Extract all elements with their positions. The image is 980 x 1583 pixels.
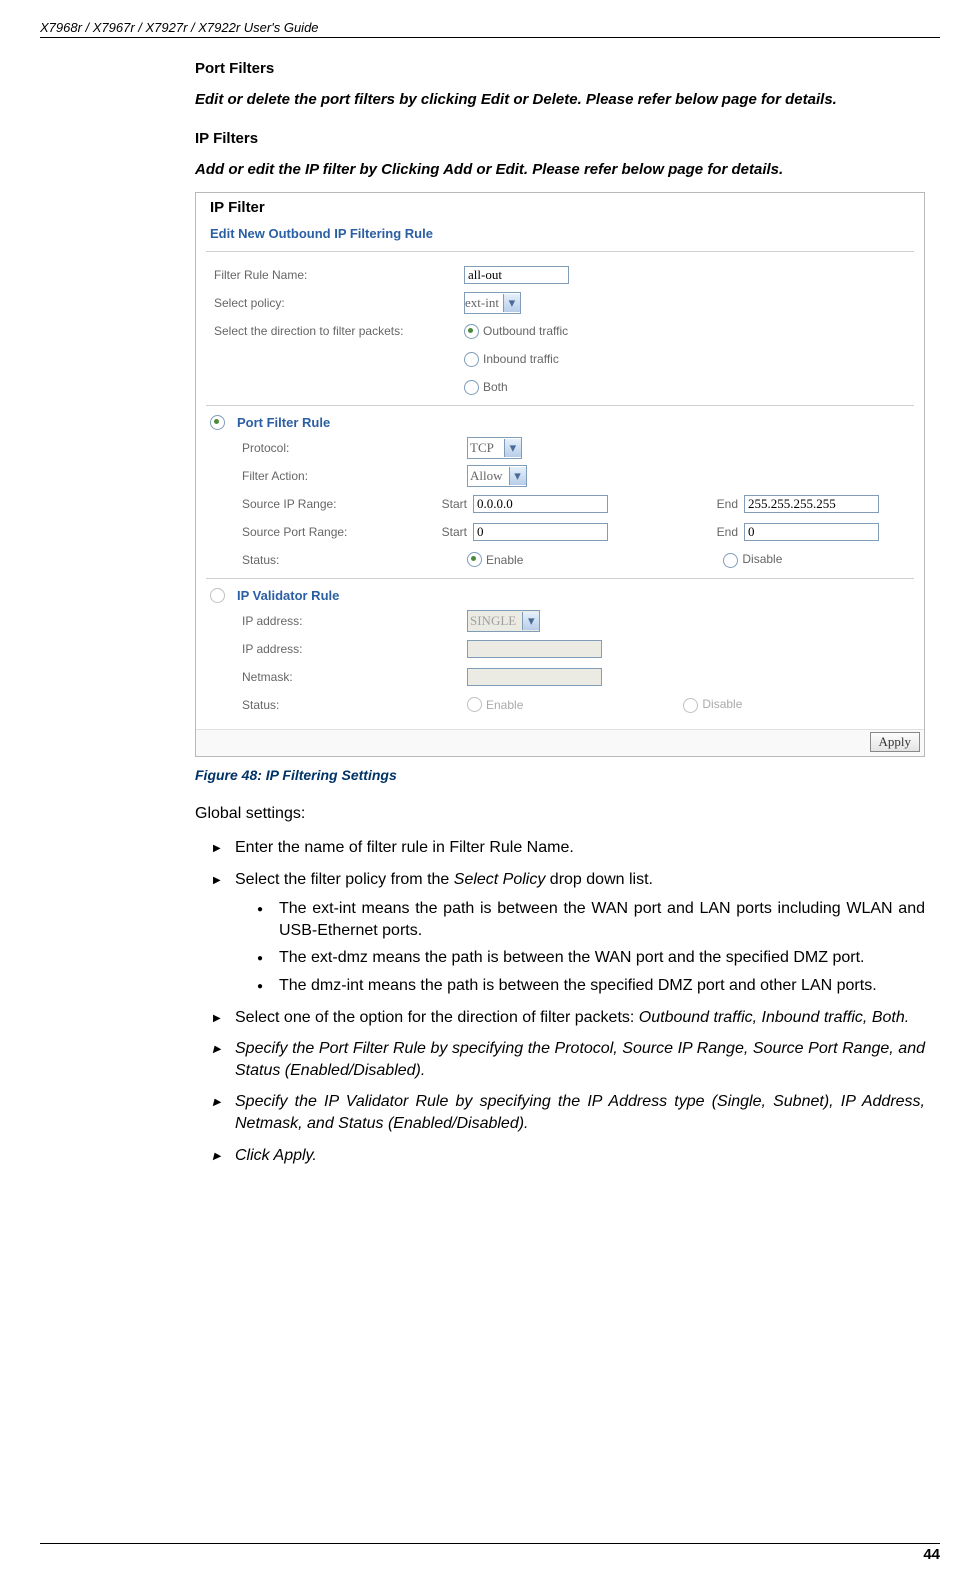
page-number: 44 — [40, 1543, 940, 1563]
start-label: Start — [412, 525, 473, 539]
list-item: The ext-int means the path is between th… — [257, 898, 925, 941]
list-item: The dmz-int means the path is between th… — [257, 975, 925, 997]
divider — [206, 405, 914, 407]
ip-filter-panel: IP Filter Edit New Outbound IP Filtering… — [195, 192, 925, 757]
port-filters-note: Edit or delete the port filters by click… — [195, 91, 925, 108]
protocol-value: TCP — [468, 440, 500, 456]
list-item: Specify the Port Filter Rule by specifyi… — [213, 1038, 925, 1081]
text: Select the filter policy from the — [235, 871, 454, 888]
divider — [206, 251, 914, 253]
direction-outbound-label: Outbound traffic — [483, 324, 568, 338]
ip-filters-note: Add or edit the IP filter by Clicking Ad… — [195, 161, 925, 178]
sub-list: The ext-int means the path is between th… — [235, 898, 925, 996]
text-italic: Outbound traffic, Inbound traffic, Both. — [639, 1009, 909, 1026]
source-port-end-input[interactable]: 0 — [744, 523, 879, 541]
global-settings-heading: Global settings: — [195, 805, 925, 823]
panel-subtitle: Edit New Outbound IP Filtering Rule — [210, 226, 914, 241]
list-item: Select one of the option for the directi… — [213, 1007, 925, 1029]
select-policy-dropdown[interactable]: ext-int — [464, 292, 521, 314]
port-status-enable-label: Enable — [486, 553, 523, 567]
ip-type-dropdown[interactable]: SINGLE — [467, 610, 540, 632]
filter-rule-name-input[interactable]: all-out — [464, 266, 569, 284]
filter-action-dropdown[interactable]: Allow — [467, 465, 527, 487]
ip-validator-rule-heading: IP Validator Rule — [237, 588, 339, 603]
filter-action-value: Allow — [468, 468, 505, 484]
list-item: The ext-dmz means the path is between th… — [257, 947, 925, 969]
port-status-label: Status: — [206, 553, 467, 567]
filter-action-label: Filter Action: — [206, 469, 467, 483]
ip-validator-rule-radio[interactable] — [210, 588, 225, 603]
global-settings-list: Enter the name of filter rule in Filter … — [195, 837, 925, 1166]
direction-both-radio[interactable] — [464, 380, 479, 395]
direction-inbound-radio[interactable] — [464, 352, 479, 367]
validator-status-label: Status: — [206, 698, 467, 712]
end-label: End — [698, 525, 744, 539]
source-ip-range-label: Source IP Range: — [206, 497, 412, 511]
netmask-label: Netmask: — [206, 670, 467, 684]
direction-both-label: Both — [483, 380, 508, 394]
start-label: Start — [412, 497, 473, 511]
source-port-start-input[interactable]: 0 — [473, 523, 608, 541]
source-ip-end-input[interactable]: 255.255.255.255 — [744, 495, 879, 513]
text: drop down list. — [545, 871, 653, 888]
validator-status-enable-radio[interactable] — [467, 697, 482, 712]
validator-status-disable-radio[interactable] — [683, 698, 698, 713]
text: Select one of the option for the directi… — [235, 1009, 639, 1026]
figure-caption: Figure 48: IP Filtering Settings — [195, 767, 925, 783]
ip-filters-heading: IP Filters — [195, 130, 925, 147]
ip-type-value: SINGLE — [468, 613, 518, 629]
netmask-input[interactable] — [467, 668, 602, 686]
direction-outbound-radio[interactable] — [464, 324, 479, 339]
list-item: Click Apply. — [213, 1145, 925, 1167]
list-item: Specify the IP Validator Rule by specify… — [213, 1091, 925, 1134]
doc-header: X7968r / X7967r / X7927r / X7922r User's… — [40, 20, 940, 38]
source-port-range-label: Source Port Range: — [206, 525, 412, 539]
text-italic: Select Policy — [454, 871, 546, 888]
divider — [206, 578, 914, 580]
select-policy-label: Select policy: — [206, 296, 464, 310]
port-status-disable-label: Disable — [742, 552, 782, 566]
direction-inbound-label: Inbound traffic — [483, 352, 559, 366]
ip-address-label: IP address: — [206, 642, 467, 656]
validator-status-enable-label: Enable — [486, 698, 523, 712]
protocol-dropdown[interactable]: TCP — [467, 437, 522, 459]
source-ip-start-input[interactable]: 0.0.0.0 — [473, 495, 608, 513]
apply-button[interactable]: Apply — [870, 732, 921, 752]
direction-label: Select the direction to filter packets: — [206, 324, 464, 338]
port-filters-heading: Port Filters — [195, 60, 925, 77]
port-filter-rule-radio[interactable] — [210, 415, 225, 430]
list-item: Enter the name of filter rule in Filter … — [213, 837, 925, 859]
end-label: End — [698, 497, 744, 511]
panel-title: IP Filter — [210, 199, 914, 216]
ip-type-label: IP address: — [206, 614, 467, 628]
port-filter-rule-heading: Port Filter Rule — [237, 415, 330, 430]
port-status-disable-radio[interactable] — [723, 553, 738, 568]
validator-status-disable-label: Disable — [702, 697, 742, 711]
filter-rule-name-label: Filter Rule Name: — [206, 268, 464, 282]
list-item: Select the filter policy from the Select… — [213, 869, 925, 997]
ip-address-input[interactable] — [467, 640, 602, 658]
protocol-label: Protocol: — [206, 441, 467, 455]
port-status-enable-radio[interactable] — [467, 552, 482, 567]
select-policy-value: ext-int — [465, 295, 499, 311]
